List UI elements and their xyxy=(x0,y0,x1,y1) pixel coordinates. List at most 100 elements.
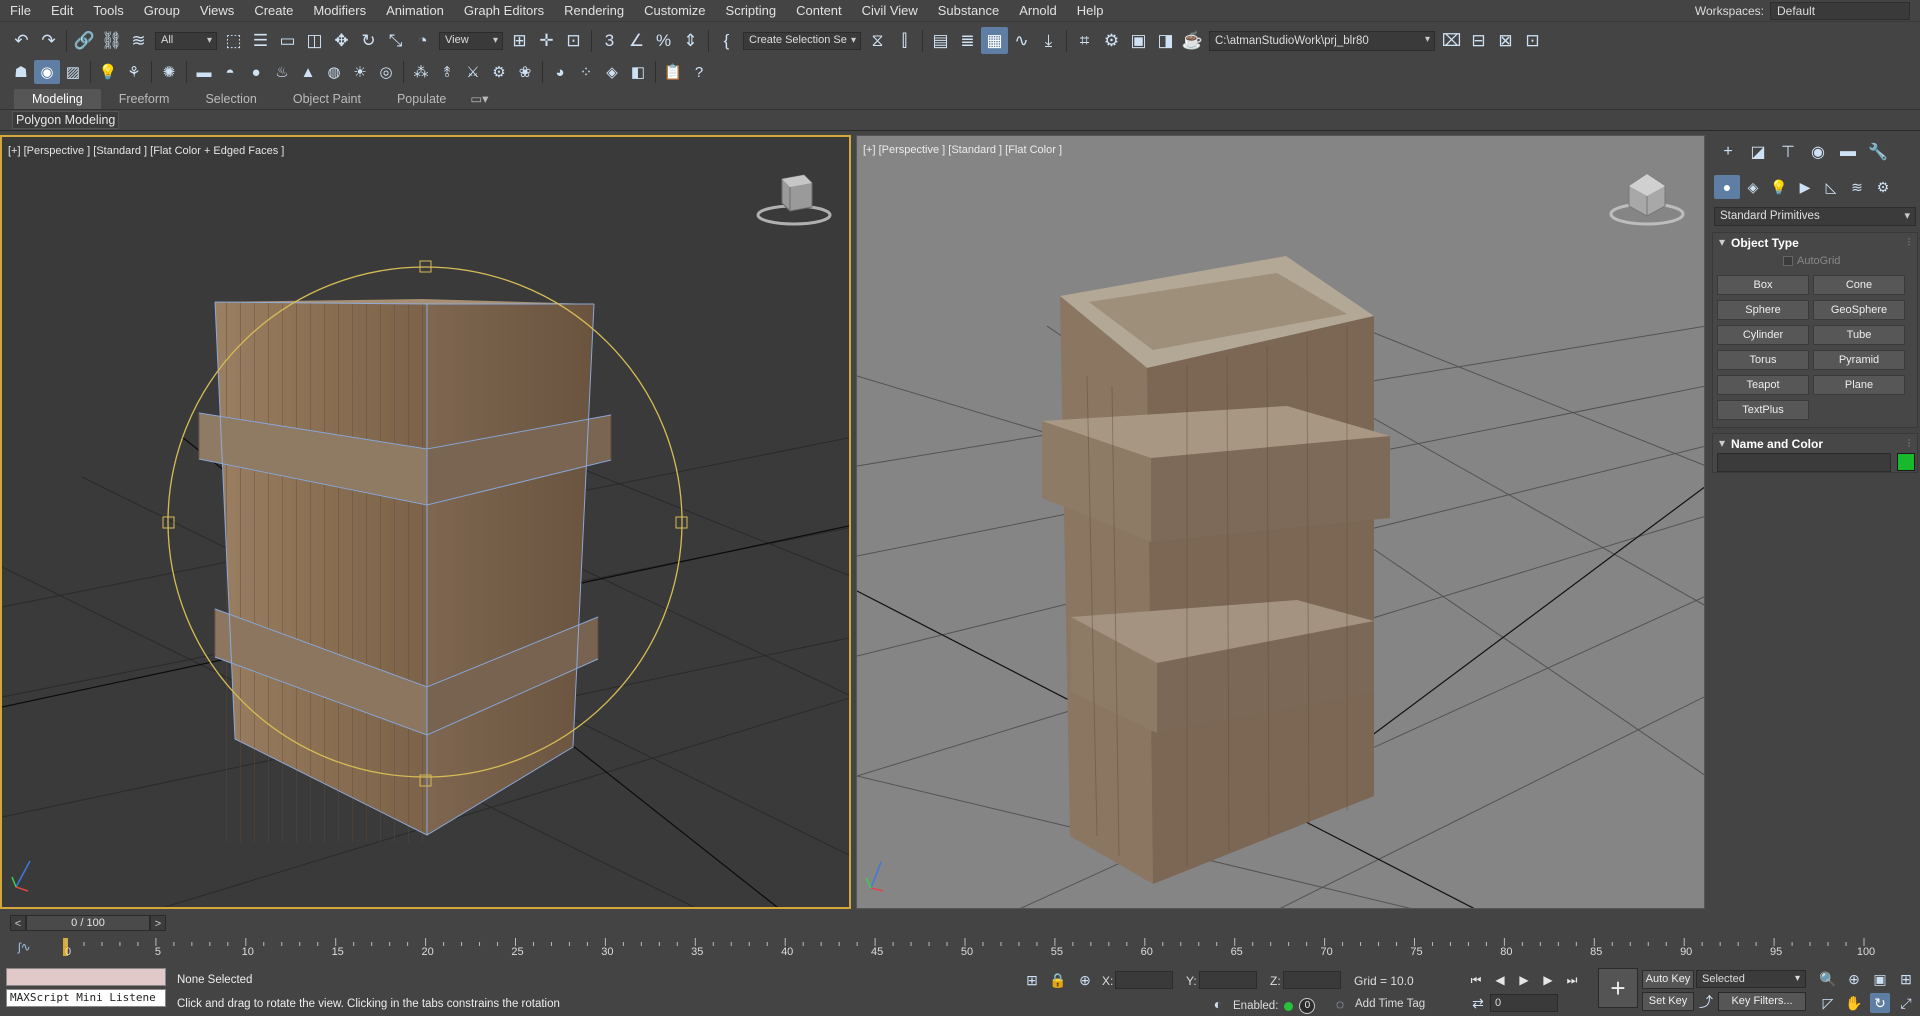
current-frame-field[interactable]: 0 xyxy=(1490,994,1558,1012)
polygon-modeling-panel[interactable]: Polygon Modeling xyxy=(12,111,120,129)
box-primitive-icon[interactable]: ▬ xyxy=(191,60,217,84)
schematic-view-icon[interactable]: ⌗ xyxy=(1071,27,1098,54)
sphere-button[interactable]: Sphere xyxy=(1717,300,1809,320)
menu-civil-view[interactable]: Civil View xyxy=(852,0,928,22)
hierarchy-tab-icon[interactable]: ⊤ xyxy=(1774,139,1802,165)
previous-frame-icon[interactable]: ◀ xyxy=(1490,971,1510,989)
enabled-count[interactable]: 0 xyxy=(1299,998,1316,1014)
viewport-label-right[interactable]: [+] [Perspective ] [Standard ] [Flat Col… xyxy=(863,144,1062,156)
sphere-icon[interactable]: ● xyxy=(243,60,269,84)
tab-object-paint[interactable]: Object Paint xyxy=(275,89,379,109)
hair-icon[interactable]: ⥉ xyxy=(434,60,460,84)
curve-editor-icon[interactable]: ∿ xyxy=(1008,27,1035,54)
selection-filter-dropdown[interactable]: All xyxy=(155,31,217,50)
select-move-icon[interactable]: ✥ xyxy=(328,27,355,54)
hemisphere-icon[interactable]: ◓ xyxy=(217,60,243,84)
dope-sheet-icon[interactable]: ⤓ xyxy=(1035,27,1062,54)
viewport-label-left[interactable]: [+] [Perspective ] [Standard ] [Flat Col… xyxy=(8,145,284,157)
time-slider-prev[interactable]: < xyxy=(10,915,26,931)
select-scale-icon[interactable]: ⤡ xyxy=(382,27,409,54)
geosphere-button[interactable]: GeoSphere xyxy=(1813,300,1905,320)
material-sphere-icon[interactable]: ◕ xyxy=(547,60,573,84)
absolute-mode-icon[interactable]: ⊕ xyxy=(1075,970,1095,990)
material-editor-icon[interactable]: ⚙ xyxy=(1098,27,1125,54)
window-crossing-icon[interactable]: ◫ xyxy=(301,27,328,54)
z-coordinate-field[interactable] xyxy=(1283,971,1341,989)
snaps-toggle-icon[interactable]: 3 xyxy=(596,27,623,54)
systems-icon[interactable]: ⚙ xyxy=(1870,175,1896,199)
menu-edit[interactable]: Edit xyxy=(41,0,83,22)
orbit-icon[interactable]: ↻ xyxy=(1870,993,1890,1013)
time-slider-thumb[interactable]: 0 / 100 xyxy=(26,915,150,931)
save-project-icon[interactable]: ⊠ xyxy=(1492,27,1519,54)
workspace-dropdown[interactable]: Default xyxy=(1770,2,1910,20)
shapes-icon[interactable]: ◈ xyxy=(1740,175,1766,199)
tab-freeform[interactable]: Freeform xyxy=(101,89,188,109)
viewcube-icon[interactable] xyxy=(754,167,834,227)
foliage-icon[interactable]: ❀ xyxy=(512,60,538,84)
gear-icon[interactable]: ⚙ xyxy=(486,60,512,84)
unlink-icon[interactable]: ⛓ xyxy=(98,27,125,54)
select-rotate-icon[interactable]: ↻ xyxy=(355,27,382,54)
percent-snap-icon[interactable]: % xyxy=(650,27,677,54)
time-tag-icon[interactable]: ◌ xyxy=(1330,994,1350,1014)
rect-selection-region-icon[interactable]: ▭ xyxy=(274,27,301,54)
autogrid-checkbox[interactable]: AutoGrid xyxy=(1783,255,1840,267)
checkbox[interactable] xyxy=(1783,256,1793,266)
zoom-extents-all-icon[interactable]: ⊞ xyxy=(1896,969,1916,989)
cone-button[interactable]: Cone xyxy=(1813,275,1905,295)
cylinder-button[interactable]: Cylinder xyxy=(1717,325,1809,345)
cone-icon[interactable]: ▲ xyxy=(295,60,321,84)
scene-explorer-icon[interactable]: ▤ xyxy=(927,27,954,54)
lights-icon[interactable]: 💡 xyxy=(95,60,121,84)
menu-tools[interactable]: Tools xyxy=(83,0,133,22)
torus-button[interactable]: Torus xyxy=(1717,350,1809,370)
multi-material-icon[interactable]: ⁘ xyxy=(573,60,599,84)
pyramid-button[interactable]: Pyramid xyxy=(1813,350,1905,370)
menu-modifiers[interactable]: Modifiers xyxy=(303,0,376,22)
teapot-button[interactable]: Teapot xyxy=(1717,375,1809,395)
disc-icon[interactable]: ◍ xyxy=(321,60,347,84)
align-icon[interactable]: ⫿ xyxy=(891,27,918,54)
particle-icon[interactable]: ✺ xyxy=(156,60,182,84)
select-manipulate-icon[interactable]: ✛ xyxy=(533,27,560,54)
bind-space-warp-icon[interactable]: ≋ xyxy=(125,27,152,54)
toggle-ribbon-icon[interactable]: ▦ xyxy=(981,27,1008,54)
cameras-icon[interactable]: ⚘ xyxy=(121,60,147,84)
project-path-dropdown[interactable]: C:\atmanStudioWork\prj_blr80 xyxy=(1209,30,1435,51)
lights-icon[interactable]: 💡 xyxy=(1766,175,1792,199)
layer-explorer-icon[interactable]: ≣ xyxy=(954,27,981,54)
teapot-icon[interactable]: ☗ xyxy=(8,60,34,84)
tab-modeling[interactable]: Modeling xyxy=(14,88,101,109)
go-to-end-icon[interactable]: ⏭ xyxy=(1562,971,1582,989)
keyboard-shortcut-override-icon[interactable]: ⊡ xyxy=(560,27,587,54)
crate-model-selected[interactable] xyxy=(198,299,612,842)
helpers-icon[interactable]: ◺ xyxy=(1818,175,1844,199)
next-frame-icon[interactable]: ▶ xyxy=(1538,971,1558,989)
y-coordinate-field[interactable] xyxy=(1199,971,1257,989)
key-mode-toggle-icon[interactable]: ⇄ xyxy=(1468,993,1488,1013)
crate-model[interactable] xyxy=(1042,256,1390,884)
pan-view-icon[interactable]: ✋ xyxy=(1844,993,1864,1013)
add-time-tag[interactable]: Add Time Tag xyxy=(1355,998,1425,1010)
menu-arnold[interactable]: Arnold xyxy=(1009,0,1067,22)
render-setup-icon[interactable]: ▣ xyxy=(1125,27,1152,54)
pivot-center-icon[interactable]: ⊞ xyxy=(506,27,533,54)
angle-snap-icon[interactable]: ∠ xyxy=(623,27,650,54)
auto-key-button[interactable]: Auto Key xyxy=(1642,970,1694,989)
space-warps-icon[interactable]: ≋ xyxy=(1844,175,1870,199)
project-settings-icon[interactable]: ⊡ xyxy=(1519,27,1546,54)
placement-icon[interactable]: ◔ xyxy=(409,27,436,54)
object-name-field[interactable] xyxy=(1717,453,1891,472)
name-and-color-title[interactable]: Name and Color xyxy=(1713,434,1917,454)
modify-tab-icon[interactable]: ◪ xyxy=(1744,139,1772,165)
display-tab-icon[interactable]: ▬ xyxy=(1834,139,1862,165)
x-coordinate-field[interactable] xyxy=(1115,971,1173,989)
menu-content[interactable]: Content xyxy=(786,0,852,22)
key-selection-dropdown[interactable]: Selected xyxy=(1696,970,1806,988)
maximize-viewport-icon[interactable]: ⤢ xyxy=(1896,993,1916,1013)
field-of-view-icon[interactable]: ◸ xyxy=(1818,993,1838,1013)
redo-icon[interactable]: ↷ xyxy=(35,27,62,54)
menu-group[interactable]: Group xyxy=(134,0,190,22)
menu-rendering[interactable]: Rendering xyxy=(554,0,634,22)
